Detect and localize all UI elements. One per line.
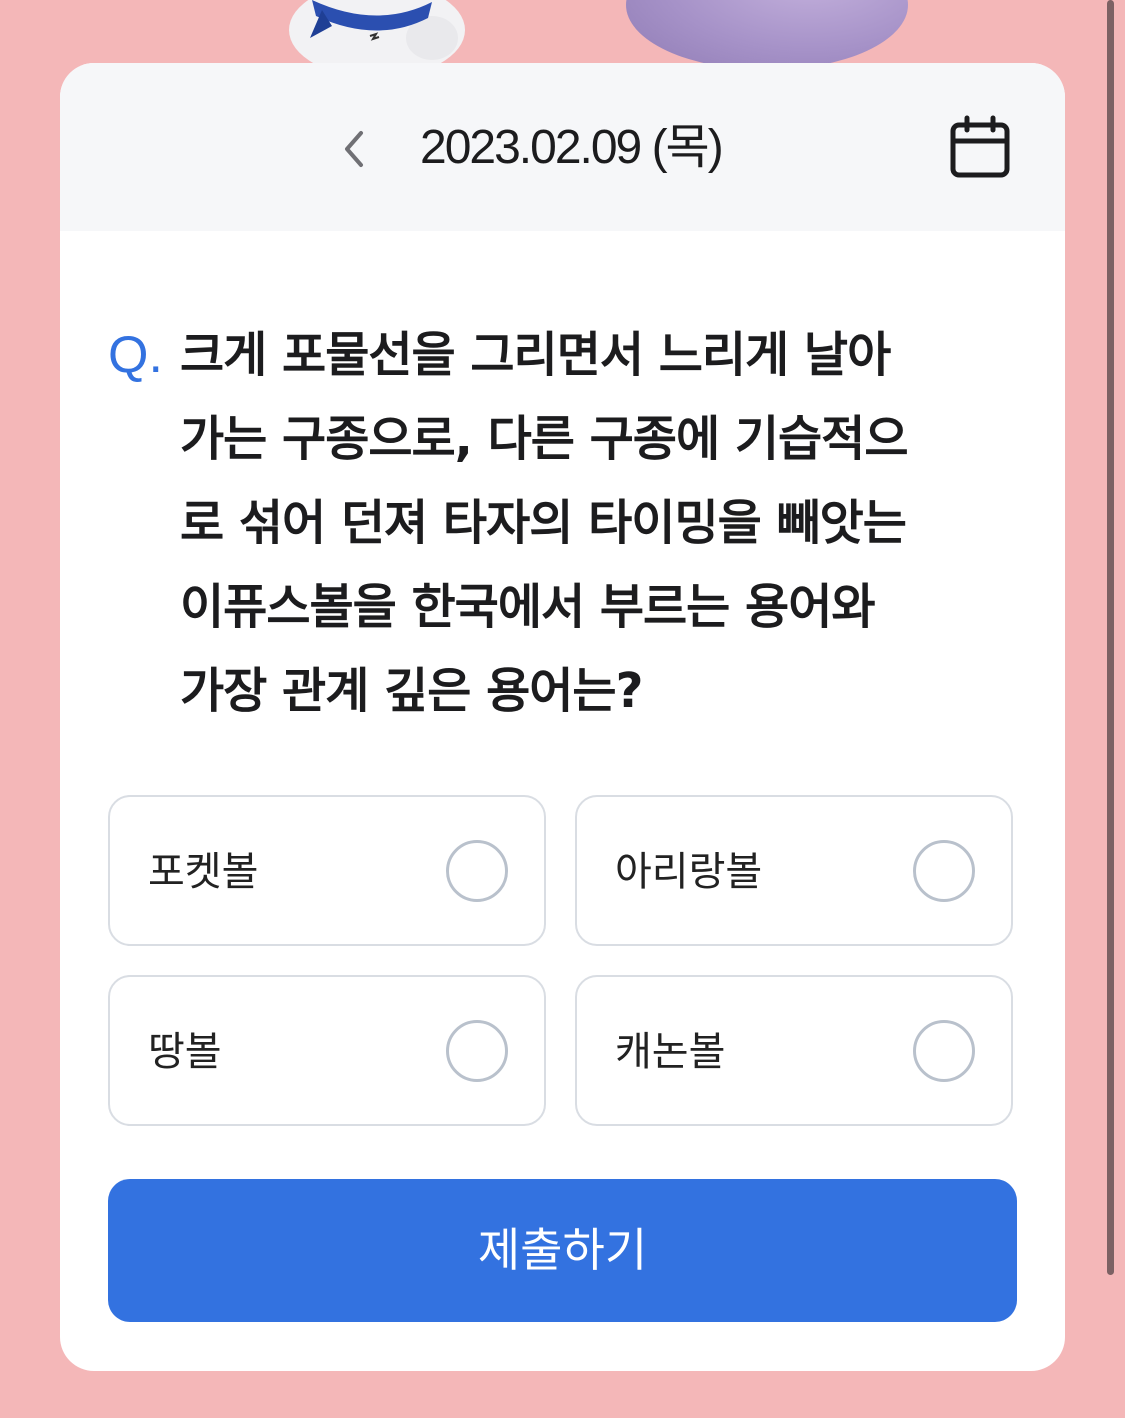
question-marker: Q. — [108, 326, 163, 384]
radio-button[interactable] — [446, 840, 508, 902]
page-scrollbar[interactable] — [1107, 0, 1114, 1275]
submit-button[interactable]: 제출하기 — [108, 1179, 1017, 1322]
option-3[interactable]: 땅볼 — [108, 975, 546, 1126]
option-label: 포켓볼 — [148, 849, 259, 895]
radio-button[interactable] — [913, 840, 975, 902]
option-1[interactable]: 포켓볼 — [108, 795, 546, 946]
quiz-card: 2023.02.09 (목) Q. 크게 포물선을 그리면서 느리게 날아 가는… — [60, 63, 1065, 1371]
option-label: 아리랑볼 — [615, 849, 763, 895]
option-2[interactable]: 아리랑볼 — [575, 795, 1013, 946]
option-label: 땅볼 — [148, 1029, 222, 1075]
option-label: 캐논볼 — [615, 1029, 726, 1075]
question-text: 크게 포물선을 그리면서 느리게 날아 가는 구종으로, 다른 구종에 기습적으… — [180, 327, 908, 719]
radio-button[interactable] — [913, 1020, 975, 1082]
purple-egg-decoration — [626, 0, 908, 70]
mascot-character-image — [282, 0, 472, 78]
date-header: 2023.02.09 (목) — [60, 63, 1065, 231]
option-4[interactable]: 캐논볼 — [575, 975, 1013, 1126]
radio-button[interactable] — [446, 1020, 508, 1082]
current-date: 2023.02.09 (목) — [420, 121, 724, 174]
calendar-icon — [950, 115, 1010, 178]
previous-date-button[interactable] — [328, 119, 378, 179]
calendar-button[interactable] — [948, 115, 1012, 181]
chevron-left-icon — [345, 131, 363, 167]
